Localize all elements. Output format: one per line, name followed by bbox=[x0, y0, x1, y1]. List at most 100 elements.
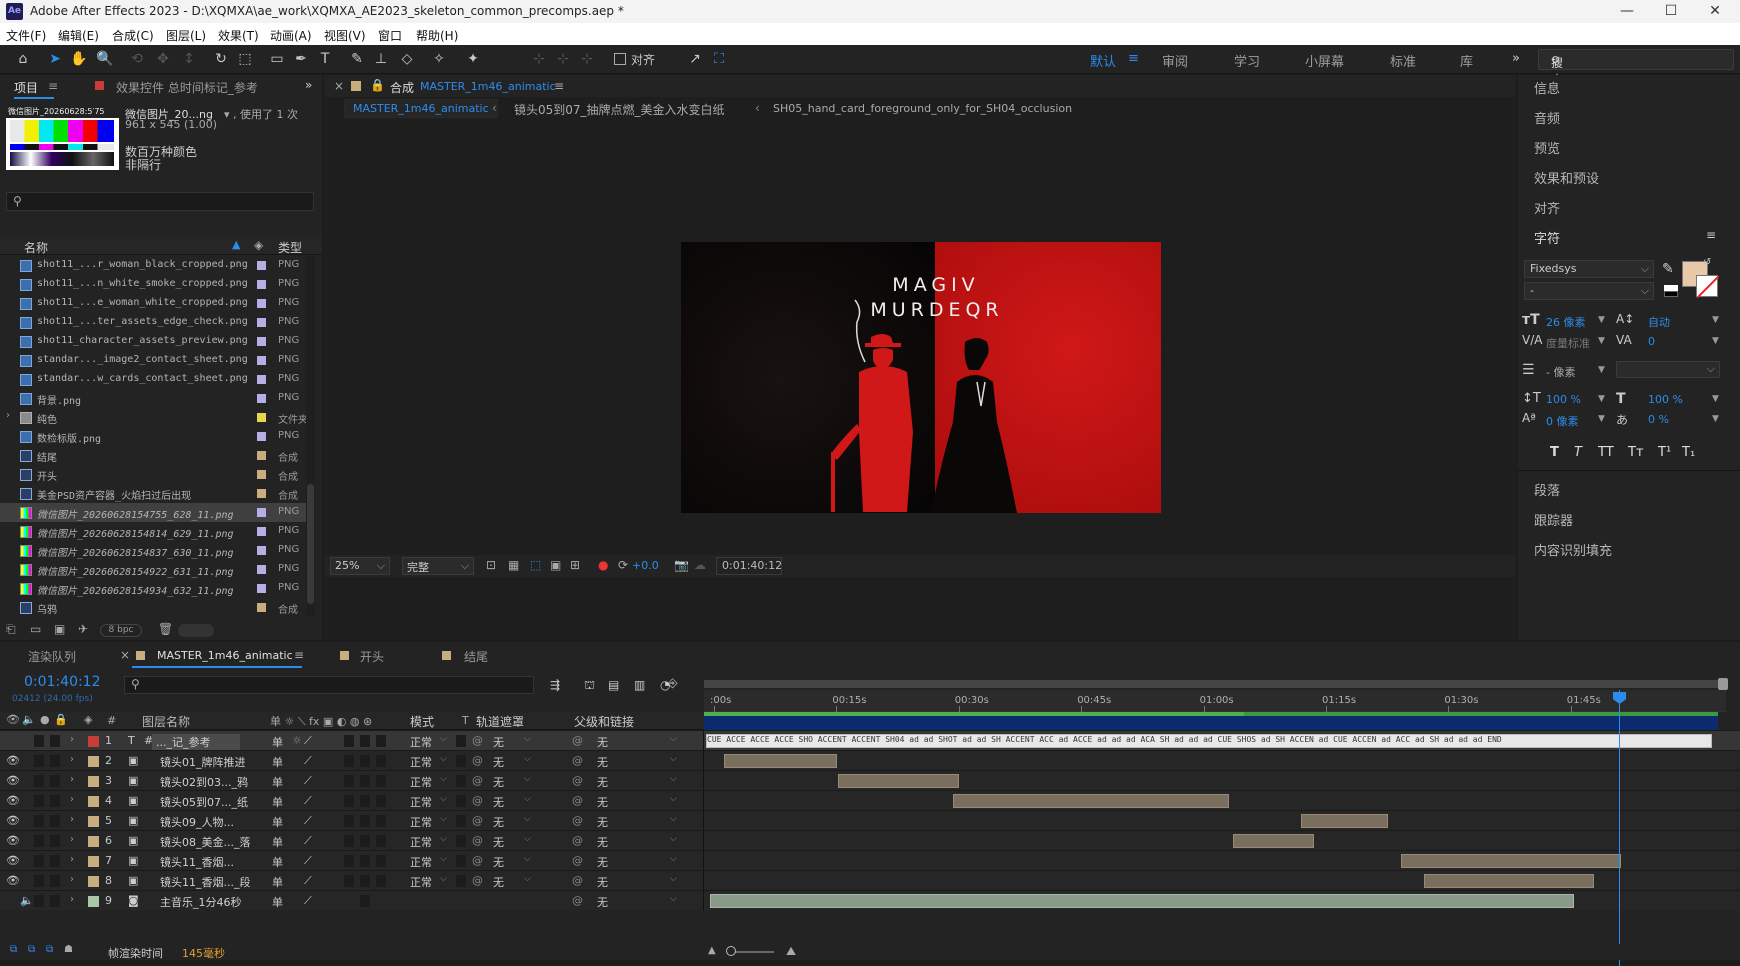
blend-mode-dropdown[interactable]: 正常 bbox=[410, 834, 432, 850]
black-swatch[interactable] bbox=[1664, 291, 1678, 297]
project-item[interactable]: › 纯色 文件夹 bbox=[0, 408, 310, 427]
channel-rgb-icon[interactable]: ● bbox=[598, 558, 608, 572]
column-type[interactable]: 类型 bbox=[278, 239, 302, 256]
layer-label-color[interactable] bbox=[88, 856, 99, 867]
label-header-icon[interactable]: ◈ bbox=[84, 713, 92, 726]
interpret-footage-icon[interactable]: ⎗ bbox=[6, 622, 16, 637]
project-item[interactable]: shot11_...n_white_smoke_cropped.png PNG bbox=[0, 275, 310, 294]
stroke-style-dropdown[interactable]: ⌵ bbox=[1616, 361, 1720, 378]
graph-editor-icon[interactable]: ⎆ bbox=[668, 676, 678, 691]
thumbnail-transparency-toggle[interactable] bbox=[178, 624, 214, 637]
show-snapshot-icon[interactable]: ☁ bbox=[694, 558, 706, 572]
baseline-shift-value[interactable]: 0 像素 bbox=[1546, 413, 1579, 429]
expand-arrow-icon[interactable]: › bbox=[70, 814, 74, 825]
layer-switches-toggle-icon[interactable]: ⧉ bbox=[10, 944, 17, 955]
label-color-swatch[interactable] bbox=[257, 432, 266, 441]
label-color-swatch[interactable] bbox=[257, 299, 266, 308]
font-family-dropdown[interactable]: Fixedsys ⌵ bbox=[1524, 260, 1654, 278]
parent-pickwhip-icon[interactable]: @ bbox=[572, 794, 583, 807]
new-composition-icon[interactable]: ▣ bbox=[54, 622, 65, 636]
expand-arrow-icon[interactable]: › bbox=[70, 894, 74, 905]
parent-pickwhip-icon[interactable]: @ bbox=[572, 734, 583, 747]
quality-switch-icon[interactable]: ⟋ bbox=[304, 814, 312, 828]
zoom-in-icon[interactable]: ⛰ bbox=[786, 944, 796, 959]
layer-duration-bar[interactable] bbox=[1401, 854, 1621, 868]
label-color-swatch[interactable] bbox=[257, 603, 266, 612]
snapping-grid-icon[interactable]: ⛶ bbox=[710, 50, 728, 68]
layer-label-color[interactable] bbox=[88, 756, 99, 767]
visibility-eye-icon[interactable]: 👁 bbox=[6, 774, 20, 787]
orbit-camera-icon[interactable]: ⟲ bbox=[128, 50, 146, 68]
layer-row[interactable]: 👁 › 8 ▣ 镜头11_香烟..._段 单 ⟋ 正常 ⌵ @ 无 ⌵ @ 无 ⌵ bbox=[0, 870, 1740, 891]
parent-pickwhip-icon[interactable]: @ bbox=[572, 814, 583, 827]
shy-switch-icon[interactable]: 单 bbox=[272, 734, 283, 750]
track-matte-pickwhip-icon[interactable]: @ bbox=[472, 854, 483, 867]
layer-name[interactable]: 镜头02到03..._鸦 bbox=[160, 774, 248, 790]
vertical-scale-dropdown-icon[interactable]: ▼ bbox=[1598, 394, 1605, 404]
parent-link-header[interactable]: 父级和链接 bbox=[574, 713, 634, 730]
track-matte-dropdown[interactable]: 无 bbox=[493, 814, 504, 830]
label-color-swatch[interactable] bbox=[257, 584, 266, 593]
frame-blending-icon[interactable]: ▥ bbox=[634, 678, 645, 692]
shy-switch-icon[interactable]: 单 bbox=[272, 834, 283, 850]
selection-tool-icon[interactable]: ➤ bbox=[46, 50, 64, 68]
home-icon[interactable]: ⌂ bbox=[14, 50, 32, 68]
layer-row[interactable]: 👁 › 2 ▣ 镜头01_牌阵推进 单 ⟋ 正常 ⌵ @ 无 ⌵ @ 无 ⌵ bbox=[0, 750, 1740, 771]
blend-mode-dropdown[interactable]: 正常 bbox=[410, 814, 432, 830]
project-item[interactable]: 乌鸦 合成 bbox=[0, 598, 310, 616]
project-search-input[interactable]: ⚲ bbox=[6, 192, 314, 211]
project-item[interactable]: shot11_character_assets_preview.png PNG bbox=[0, 332, 310, 351]
project-item[interactable]: 开头 合成 bbox=[0, 465, 310, 484]
panel-content-aware-fill[interactable]: 内容识别填充 bbox=[1534, 540, 1612, 559]
time-ruler[interactable]: :00s 00:15s 00:30s 00:45s 01:00s 01:15s 01:30s… bbox=[704, 690, 1726, 712]
label-color-swatch[interactable] bbox=[257, 470, 266, 479]
solo-header-icon[interactable]: ● bbox=[40, 713, 50, 726]
pan-camera-icon[interactable]: ✥ bbox=[154, 50, 172, 68]
collapse-switch-icon[interactable]: ☼ bbox=[292, 734, 302, 747]
pen-tool-icon[interactable]: ✒ bbox=[292, 50, 310, 68]
layer-row[interactable]: 👁 › 3 ▣ 镜头02到03..._鸦 单 ⟋ 正常 ⌵ @ 无 ⌵ @ 无 ⌵ bbox=[0, 770, 1740, 791]
layer-duration-bar[interactable] bbox=[953, 794, 1229, 808]
label-color-swatch[interactable] bbox=[257, 413, 266, 422]
grid-guides-icon[interactable]: ⊞ bbox=[570, 558, 580, 572]
zoom-tool-icon[interactable]: 🔍 bbox=[96, 50, 114, 68]
audio-header-icon[interactable]: 🔈 bbox=[22, 713, 36, 726]
expand-arrow-icon[interactable]: › bbox=[70, 854, 74, 865]
font-size-dropdown-icon[interactable]: ▼ bbox=[1598, 315, 1605, 325]
sort-arrow-icon[interactable]: ▲ bbox=[232, 238, 240, 251]
parent-pickwhip-icon[interactable]: @ bbox=[572, 854, 583, 867]
visibility-eye-icon[interactable]: 👁 bbox=[6, 834, 20, 847]
render-time-toggle-icon[interactable]: ☗ bbox=[64, 944, 73, 955]
layer-duration-bar[interactable] bbox=[710, 894, 1574, 908]
project-item[interactable]: 微信图片_20260628154934_632_11.png PNG bbox=[0, 579, 310, 598]
item-usage[interactable]: ▾ , 使用了 1 次 bbox=[224, 106, 298, 122]
baseline-shift-dropdown-icon[interactable]: ▼ bbox=[1598, 414, 1605, 424]
transparency-grid-icon[interactable]: ▦ bbox=[508, 558, 519, 572]
layer-row[interactable]: 👁 › 5 ▣ 镜头09_人物... 单 ⟋ 正常 ⌵ @ 无 ⌵ @ 无 ⌵ bbox=[0, 810, 1740, 831]
track-matte-dropdown[interactable]: 无 bbox=[493, 794, 504, 810]
lock-header-icon[interactable]: 🔒 bbox=[54, 713, 68, 726]
shy-switch-icon[interactable]: 单 bbox=[272, 854, 283, 870]
menu-help[interactable]: 帮助(H) bbox=[416, 27, 458, 44]
hand-tool-icon[interactable]: ✋ bbox=[70, 50, 88, 68]
layer-row[interactable]: 👁 › 4 ▣ 镜头05到07..._纸 单 ⟋ 正常 ⌵ @ 无 ⌵ @ 无 ⌵ bbox=[0, 790, 1740, 811]
view-axis-icon[interactable]: ⊹ bbox=[578, 50, 596, 68]
dolly-camera-icon[interactable]: ↕ bbox=[180, 50, 198, 68]
menu-view[interactable]: 视图(V) bbox=[324, 27, 366, 44]
shy-switch-icon[interactable]: 单 bbox=[272, 774, 283, 790]
panel-preview[interactable]: 预览 bbox=[1534, 138, 1560, 157]
tracking-dropdown-icon[interactable]: ▼ bbox=[1712, 336, 1719, 346]
tab-render-queue[interactable]: 渲染队列 bbox=[28, 648, 76, 665]
track-matte-pickwhip-icon[interactable]: @ bbox=[472, 734, 483, 747]
preserve-transparency-checkbox[interactable] bbox=[456, 775, 466, 787]
layer-label-color[interactable] bbox=[88, 816, 99, 827]
zoom-dropdown[interactable]: 25% ⌵ bbox=[330, 557, 390, 575]
quality-switch-icon[interactable]: ⟋ bbox=[304, 834, 312, 848]
workspace-small-screen[interactable]: 小屏幕 bbox=[1305, 51, 1344, 70]
stroke-color-swatch[interactable] bbox=[1696, 275, 1720, 299]
layer-label-color[interactable] bbox=[88, 876, 99, 887]
track-matte-header[interactable]: 轨道遮罩 bbox=[476, 713, 524, 730]
project-item[interactable]: 微信图片_20260628154922_631_11.png PNG bbox=[0, 560, 310, 579]
audio-speaker-icon[interactable]: 🔈 bbox=[20, 894, 34, 907]
parent-dropdown[interactable]: 无 bbox=[597, 874, 608, 890]
